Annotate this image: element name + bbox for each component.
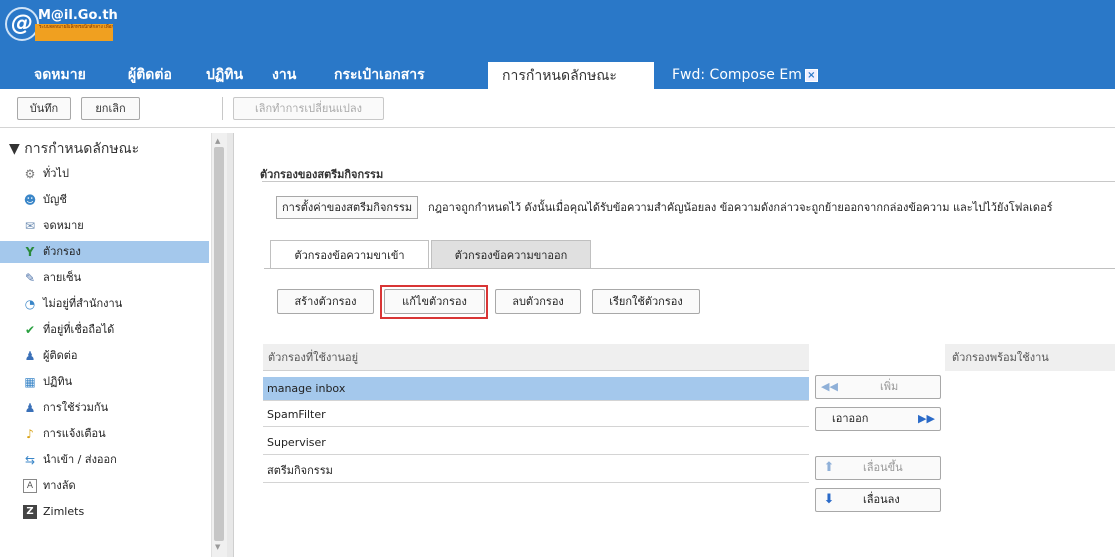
sidebar-item-label: ทางลัด <box>43 479 76 492</box>
tab-calendar[interactable]: ปฏิทิน <box>206 62 243 89</box>
remove-filter-button[interactable]: เอาออก ▶▶ <box>815 407 941 431</box>
delete-filter-button[interactable]: ลบตัวกรอง <box>495 289 581 314</box>
sidebar-item-out-of-office[interactable]: ◔ ไม่อยู่ที่สำนักงาน <box>0 293 209 315</box>
trusted-shield-icon: ✔ <box>24 323 36 337</box>
sidebar-item-trusted-addresses[interactable]: ✔ ที่อยู่ที่เชื่อถือได้ <box>0 319 209 341</box>
logo-tagline: ระบบจดหมายอิเล็กทรอนิกส์กลาง เพื่อการสื่… <box>35 24 113 41</box>
toolbar <box>0 89 1115 128</box>
scroll-down-arrow-icon[interactable]: ▼ <box>215 543 220 551</box>
calendar-icon: ▦ <box>24 375 36 389</box>
available-filters-header: ตัวกรองพร้อมใช้งาน <box>945 344 1115 371</box>
sidebar-item-label: ปฏิทิน <box>43 375 73 388</box>
sidebar-item-mail[interactable]: ✉ จดหมาย <box>0 215 209 237</box>
toolbar-divider <box>222 97 223 120</box>
tab-incoming-filters[interactable]: ตัวกรองข้อความขาเข้า <box>270 240 429 269</box>
active-filter-row[interactable]: สตรีมกิจกรรม <box>263 459 809 483</box>
scroll-up-arrow-icon[interactable]: ▲ <box>215 137 220 145</box>
pane-splitter[interactable] <box>227 133 234 557</box>
sidebar-item-label: การแจ้งเตือน <box>43 427 106 440</box>
move-down-button[interactable]: ⬇ เลื่อนลง <box>815 488 941 512</box>
sidebar-scrollbar-thumb[interactable] <box>214 147 224 541</box>
sidebar-item-label: Zimlets <box>43 505 85 518</box>
sidebar-item-general[interactable]: ⚙ ทั่วไป <box>0 163 209 185</box>
add-filter-button[interactable]: ◀◀ เพิ่ม <box>815 375 941 399</box>
sidebar-item-import-export[interactable]: ⇆ นำเข้า / ส่งออก <box>0 449 209 471</box>
logo-brand: M@il.Go.th <box>38 8 118 23</box>
zimlet-icon: Z <box>23 505 37 519</box>
sidebar-item-label: ไม่อยู่ที่สำนักงาน <box>43 297 123 310</box>
close-icon[interactable]: × <box>804 69 818 82</box>
move-down-label: เลื่อนลง <box>863 493 900 506</box>
tab-compose-label: Fwd: Compose Em <box>672 67 802 83</box>
sidebar-item-label: ผู้ติดต่อ <box>43 349 78 362</box>
remove-filter-label: เอาออก <box>832 412 869 425</box>
sidebar-item-signatures[interactable]: ✎ ลายเซ็น <box>0 267 209 289</box>
sidebar-item-contacts[interactable]: ♟ ผู้ติดต่อ <box>0 345 209 367</box>
active-filter-row[interactable]: Superviser <box>263 431 809 455</box>
active-filter-row[interactable]: SpamFilter <box>263 403 809 427</box>
tab-briefcase[interactable]: กระเป๋าเอกสาร <box>334 62 425 89</box>
activity-stream-settings-button[interactable]: การตั้งค่าของสตรีมกิจกรรม <box>276 196 419 219</box>
tab-underline <box>264 268 1115 269</box>
run-filter-button[interactable]: เรียกใช้ตัวกรอง <box>592 289 700 314</box>
tab-compose[interactable]: Fwd: Compose Em × <box>672 62 818 89</box>
sidebar-item-label: บัญชี <box>43 193 67 206</box>
sidebar-item-label: ที่อยู่ที่เชื่อถือได้ <box>43 323 115 336</box>
double-right-arrow-icon: ▶▶ <box>918 412 935 425</box>
preferences-sidebar: ▼ การกำหนดลักษณะ ⚙ ทั่วไป ☻ บัญชี ✉ จดหมาย … <box>0 133 211 557</box>
signature-icon: ✎ <box>24 271 36 285</box>
mail-icon: ✉ <box>24 219 36 233</box>
sidebar-item-sharing[interactable]: ♟ การใช้ร่วมกัน <box>0 397 209 419</box>
contact-icon: ♟ <box>24 349 36 363</box>
sidebar-item-label: จดหมาย <box>43 219 84 232</box>
sidebar-title-label: การกำหนดลักษณะ <box>24 141 140 157</box>
sidebar-item-accounts[interactable]: ☻ บัญชี <box>0 189 209 211</box>
tab-mail[interactable]: จดหมาย <box>34 62 86 89</box>
cancel-button[interactable]: ยกเลิก <box>81 97 140 120</box>
section-divider <box>262 181 1115 182</box>
gear-icon: ⚙ <box>24 167 36 181</box>
sidebar-title[interactable]: ▼ การกำหนดลักษณะ <box>9 138 139 160</box>
bell-icon: ♪ <box>26 427 34 441</box>
double-left-arrow-icon: ◀◀ <box>821 380 838 393</box>
sidebar-item-label: ลายเซ็น <box>43 271 82 284</box>
sidebar-item-label: นำเข้า / ส่งออก <box>43 453 117 466</box>
sidebar-item-label: การใช้ร่วมกัน <box>43 401 109 414</box>
shortcut-key-icon: A <box>23 479 37 493</box>
active-filter-row[interactable]: manage inbox <box>263 377 809 401</box>
filter-icon: Y <box>25 245 35 259</box>
tab-outgoing-filters[interactable]: ตัวกรองข้อความขาออก <box>431 240 591 269</box>
sharing-icon: ♟ <box>24 401 36 415</box>
save-button[interactable]: บันทึก <box>17 97 71 120</box>
out-of-office-icon: ◔ <box>24 297 36 311</box>
highlight-box <box>380 285 488 319</box>
create-filter-button[interactable]: สร้างตัวกรอง <box>277 289 374 314</box>
tab-tasks[interactable]: งาน <box>272 62 296 89</box>
active-filters-header: ตัวกรองที่ใช้งานอยู่ <box>263 344 809 371</box>
up-arrow-icon: ⬆ <box>823 460 835 475</box>
filters-description: กฎอาจถูกกำหนดไว้ ดังนั้นเมื่อคุณได้รับข้… <box>428 201 1053 214</box>
tab-contacts[interactable]: ผู้ติดต่อ <box>128 62 172 89</box>
sidebar-item-notifications[interactable]: ♪ การแจ้งเตือน <box>0 423 209 445</box>
sidebar-item-zimlets[interactable]: Z Zimlets <box>0 501 209 523</box>
filters-pane <box>235 129 1115 557</box>
down-arrow-icon: ⬇ <box>823 492 835 507</box>
sidebar-item-filters[interactable]: Y ตัวกรอง <box>0 241 209 263</box>
import-export-icon: ⇆ <box>24 453 36 467</box>
tab-preferences[interactable]: การกำหนดลักษณะ <box>488 62 654 89</box>
accounts-icon: ☻ <box>23 193 37 207</box>
app-logo[interactable]: @ M@il.Go.th ระบบจดหมายอิเล็กทรอนิกส์กลา… <box>5 5 147 45</box>
logo-at-icon: @ <box>5 7 39 41</box>
sidebar-item-label: ตัวกรอง <box>43 245 81 258</box>
undo-changes-button[interactable]: เลิกทำการเปลี่ยนแปลง <box>233 97 384 120</box>
move-up-button[interactable]: ⬆ เลื่อนขึ้น <box>815 456 941 480</box>
move-up-label: เลื่อนขึ้น <box>863 461 903 474</box>
top-header <box>0 0 1115 62</box>
sidebar-item-label: ทั่วไป <box>43 167 69 180</box>
collapse-triangle-icon[interactable]: ▼ <box>9 141 20 157</box>
sidebar-item-shortcuts[interactable]: A ทางลัด <box>0 475 209 497</box>
add-filter-label: เพิ่ม <box>880 380 899 393</box>
sidebar-item-calendar[interactable]: ▦ ปฏิทิน <box>0 371 209 393</box>
